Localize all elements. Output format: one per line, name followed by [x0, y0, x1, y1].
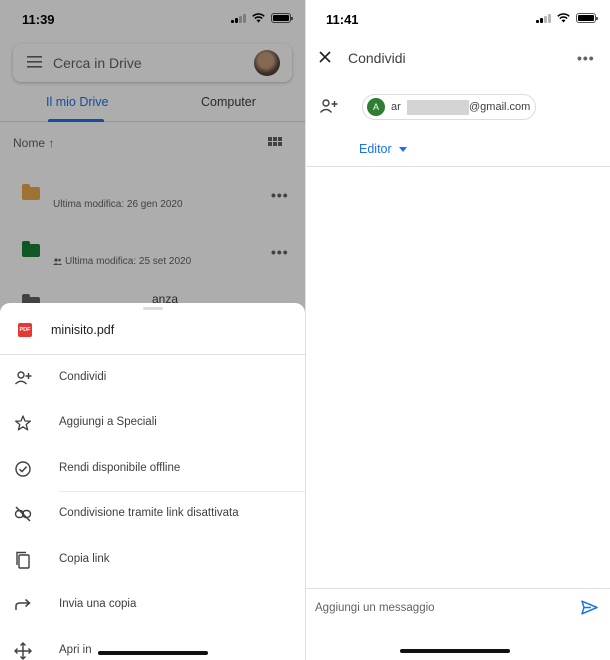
close-icon[interactable]: [319, 51, 331, 63]
right-screen: 11:41 Condividi ••• A ar @gmail.com Edit…: [306, 0, 610, 660]
menu-item-label: Condividi: [59, 371, 107, 383]
recipient-chip[interactable]: A ar @gmail.com: [362, 94, 536, 120]
more-options-icon[interactable]: •••: [577, 50, 595, 66]
divider: [306, 588, 610, 589]
copy-icon: [16, 551, 30, 569]
recipient-avatar: A: [367, 98, 385, 116]
sheet-header: PDF minisito.pdf: [0, 311, 305, 355]
menu-item-share[interactable]: Condividi: [0, 359, 305, 399]
link-off-icon: [14, 506, 32, 522]
menu-item-add-starred[interactable]: Aggiungi a Speciali: [0, 404, 305, 444]
menu-item-label: Aggiungi a Speciali: [59, 416, 157, 428]
redacted-email: [407, 100, 469, 115]
add-person-icon: [15, 371, 32, 385]
battery-icon: [576, 13, 598, 23]
status-bar: 11:41: [306, 0, 610, 38]
menu-item-label: Copia link: [59, 553, 110, 565]
menu-item-copy-link[interactable]: Copia link: [0, 541, 305, 581]
pdf-file-icon: PDF: [18, 323, 32, 337]
forward-icon: [15, 598, 31, 610]
page-title: Condividi: [348, 50, 406, 66]
menu-item-label: Condivisione tramite link disattivata: [59, 507, 239, 519]
wifi-icon: [557, 13, 570, 23]
home-indicator[interactable]: [400, 649, 510, 653]
menu-item-offline[interactable]: Rendi disponibile offline: [0, 450, 305, 490]
status-time: 11:41: [326, 12, 359, 27]
divider: [306, 166, 610, 167]
message-input[interactable]: Aggiungi un messaggio: [315, 602, 435, 614]
bottom-sheet: PDF minisito.pdf Condividi Aggiungi a Sp…: [0, 303, 305, 660]
menu-item-send-copy[interactable]: Invia una copia: [0, 586, 305, 626]
role-dropdown[interactable]: Editor: [359, 142, 392, 156]
recipient-email-prefix: ar: [391, 101, 401, 113]
recipient-email-suffix: @gmail.com: [469, 101, 531, 113]
add-person-icon: [319, 99, 338, 113]
star-icon: [15, 415, 31, 431]
move-icon: [14, 642, 32, 660]
menu-item-label: Invia una copia: [59, 598, 137, 610]
sheet-file-name: minisito.pdf: [51, 323, 115, 337]
menu-separator: [59, 491, 305, 492]
menu-item-link-sharing[interactable]: Condivisione tramite link disattivata: [0, 495, 305, 535]
home-indicator[interactable]: [98, 651, 208, 655]
chevron-down-icon[interactable]: [399, 147, 407, 152]
left-screen: 11:39 Cerca in Drive Il mio Drive Comput…: [0, 0, 305, 660]
offline-check-icon: [15, 461, 31, 477]
signal-icon: [536, 13, 551, 23]
send-icon[interactable]: [581, 600, 598, 615]
menu-item-open-in[interactable]: Apri in: [0, 632, 305, 660]
menu-item-label: Rendi disponibile offline: [59, 462, 181, 474]
menu-item-label: Apri in: [59, 644, 92, 656]
status-icons: [536, 13, 598, 23]
sheet-handle[interactable]: [143, 307, 163, 310]
